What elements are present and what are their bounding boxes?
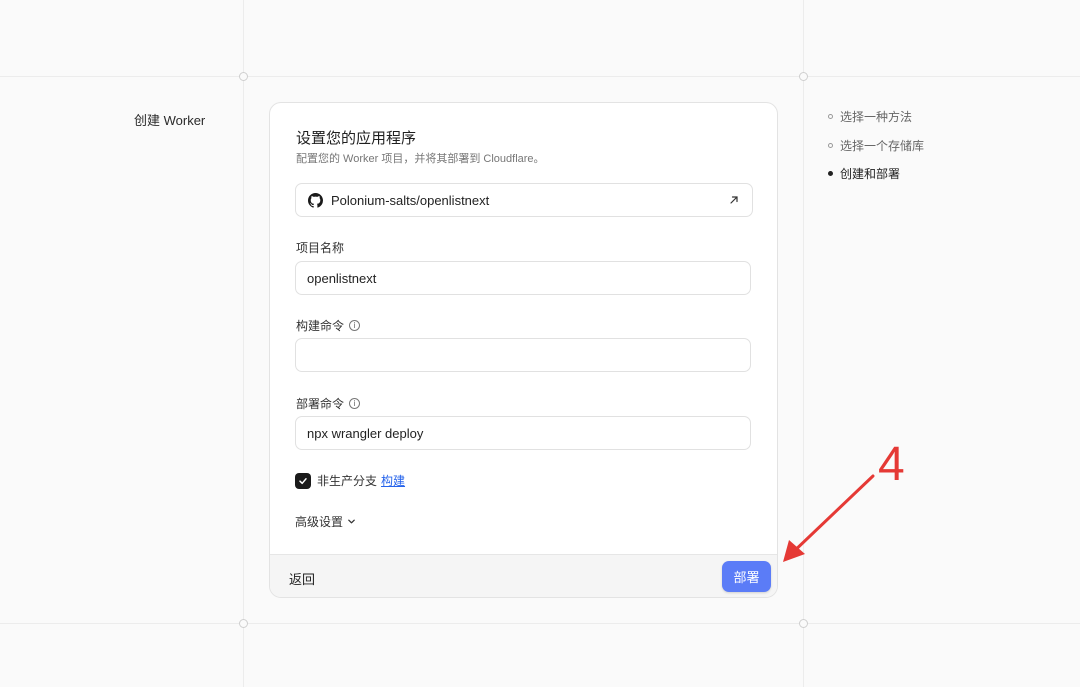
deploy-command-input[interactable]: npx wrangler deploy bbox=[295, 416, 751, 450]
guide-line-left bbox=[243, 0, 244, 687]
step-bullet bbox=[828, 142, 833, 148]
build-command-label-text: 构建命令 bbox=[296, 319, 345, 333]
step-label: 创建和部署 bbox=[840, 167, 901, 181]
card-title: 设置您的应用程序 bbox=[296, 130, 417, 147]
step-list: 选择一种方法 选择一个存储库 创建和部署 bbox=[828, 109, 924, 195]
step-create-deploy: 创建和部署 bbox=[828, 166, 924, 181]
github-icon bbox=[308, 192, 323, 208]
guide-line-top bbox=[0, 76, 1080, 77]
step-bullet bbox=[828, 171, 833, 176]
section-title: 创建 Worker bbox=[134, 113, 206, 128]
guide-dot bbox=[239, 72, 248, 81]
back-button[interactable]: 返回 bbox=[289, 569, 315, 588]
project-name-input[interactable]: openlistnext bbox=[295, 261, 751, 295]
card-subtitle: 配置您的 Worker 项目，并将其部署到 Cloudflare。 bbox=[296, 153, 545, 165]
project-name-label-text: 项目名称 bbox=[296, 241, 345, 255]
guide-line-right bbox=[803, 0, 804, 687]
repository-name: Polonium-salts/openlistnext bbox=[331, 192, 490, 208]
guide-dot bbox=[239, 619, 248, 628]
step-choose-method: 选择一种方法 bbox=[828, 109, 924, 124]
step-label: 选择一种方法 bbox=[840, 110, 913, 124]
step-label: 选择一个存储库 bbox=[840, 138, 925, 153]
step-bullet bbox=[828, 114, 833, 119]
guide-line-bottom bbox=[0, 623, 1080, 624]
non-production-branch-row: 非生产分支 构建 bbox=[295, 472, 405, 489]
build-command-label: 构建命令 i bbox=[296, 317, 361, 334]
deploy-button[interactable]: 部署 bbox=[722, 561, 771, 592]
annotation-arrow-icon bbox=[783, 474, 875, 562]
guide-dot bbox=[799, 72, 808, 81]
external-link-icon[interactable] bbox=[728, 194, 740, 206]
build-link[interactable]: 构建 bbox=[381, 472, 405, 489]
deploy-command-label: 部署命令 i bbox=[296, 395, 361, 412]
info-icon[interactable]: i bbox=[349, 398, 361, 409]
project-name-label: 项目名称 bbox=[296, 239, 344, 256]
non-production-label: 非生产分支 bbox=[317, 474, 378, 488]
deploy-command-label-text: 部署命令 bbox=[296, 397, 345, 411]
step-choose-repository: 选择一个存储库 bbox=[828, 138, 924, 153]
check-icon bbox=[299, 477, 307, 484]
non-production-checkbox[interactable] bbox=[295, 472, 311, 489]
chevron-down-icon bbox=[348, 519, 355, 524]
advanced-settings-toggle[interactable]: 高级设置 bbox=[295, 513, 356, 530]
deploy-command-value: npx wrangler deploy bbox=[307, 425, 424, 441]
info-icon[interactable]: i bbox=[349, 320, 361, 331]
project-name-value: openlistnext bbox=[307, 270, 377, 286]
guide-dot bbox=[799, 619, 808, 628]
build-command-input[interactable] bbox=[295, 338, 751, 372]
repository-link[interactable]: Polonium-salts/openlistnext bbox=[295, 183, 753, 217]
setup-card: 设置您的应用程序 配置您的 Worker 项目，并将其部署到 Cloudflar… bbox=[269, 102, 778, 598]
advanced-settings-label: 高级设置 bbox=[295, 515, 344, 529]
card-footer: 返回 部署 bbox=[270, 554, 777, 597]
